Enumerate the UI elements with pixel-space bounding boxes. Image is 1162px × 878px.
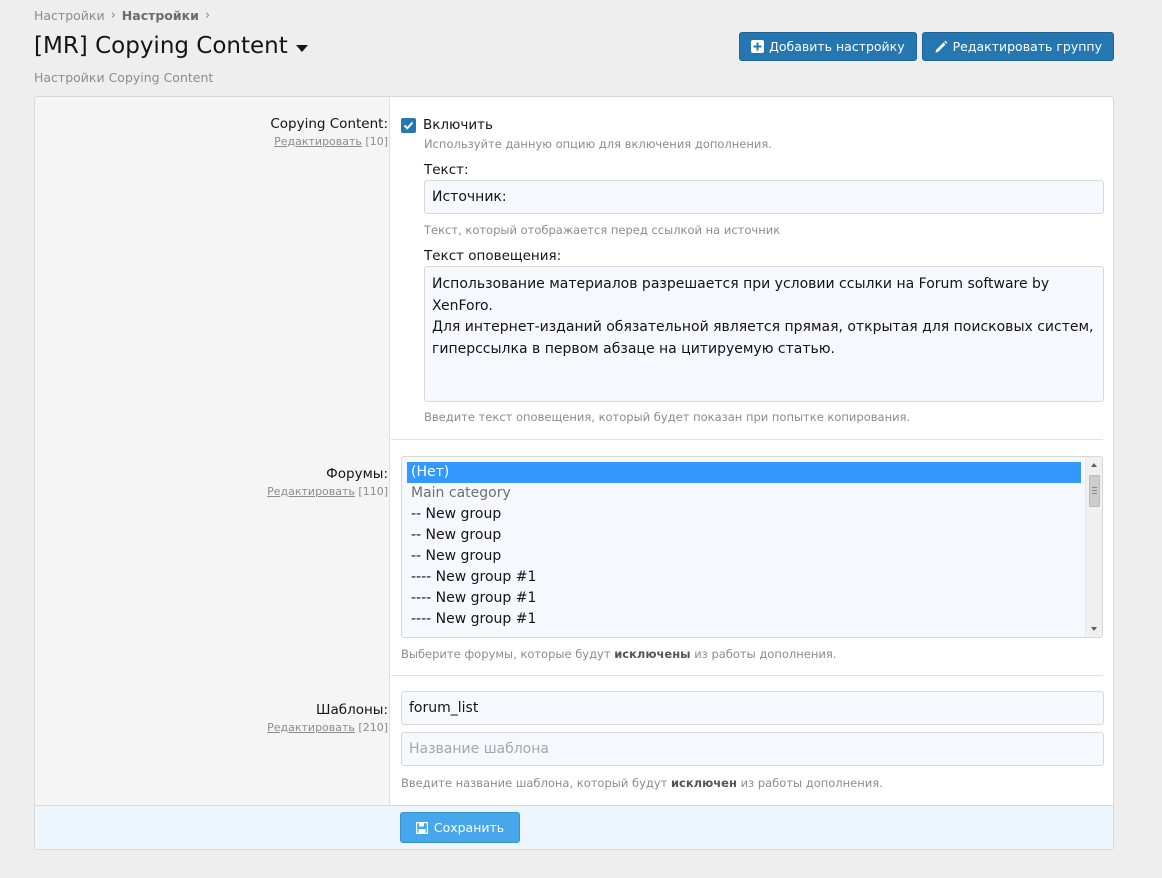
option-label-forums: Форумы: Редактировать [110] — [267, 466, 388, 498]
page-title[interactable]: [MR] Copying Content — [34, 33, 308, 59]
page-description: Настройки Copying Content — [34, 70, 214, 85]
forum-option[interactable]: ---- New group #1 — [402, 588, 1081, 609]
hint-text: из работы дополнения. — [694, 647, 837, 661]
text-input[interactable]: Источник: — [424, 180, 1104, 214]
forum-option[interactable]: (Нет) — [407, 462, 1081, 483]
notice-line: гиперссылка в первом абзаце на цитируему… — [432, 340, 836, 357]
edit-option-link[interactable]: Редактировать — [274, 135, 362, 148]
floppy-disk-icon — [415, 821, 428, 834]
option-title: Copying Content: — [270, 116, 388, 132]
edit-option-link[interactable]: Редактировать — [267, 721, 355, 734]
notice-label: Текст оповещения: — [424, 248, 562, 264]
chevron-right-icon: › — [110, 8, 116, 23]
enable-label[interactable]: Включить — [423, 117, 493, 133]
display-order: [110] — [358, 485, 388, 498]
forum-option[interactable]: -- New group — [402, 546, 1081, 567]
breadcrumb-item[interactable]: Настройки — [122, 8, 199, 23]
save-label: Сохранить — [433, 820, 505, 835]
text-label: Текст: — [424, 162, 469, 178]
text-hint: Текст, который отображается перед ссылко… — [424, 223, 781, 237]
hint-emphasis: исключен — [671, 776, 737, 790]
notice-line: Для интернет-изданий обязательной являет… — [432, 319, 1094, 335]
display-order: [10] — [365, 135, 388, 148]
forum-option[interactable]: Main category — [402, 483, 1081, 504]
add-setting-label: Добавить настройку — [769, 39, 905, 54]
plus-square-icon — [751, 40, 765, 53]
template-input[interactable]: forum_list — [401, 691, 1104, 725]
hint-emphasis: исключены — [614, 647, 691, 661]
notice-hint: Введите текст оповещения, который будет … — [424, 410, 911, 424]
breadcrumb: Настройки › Настройки › — [34, 8, 216, 23]
forum-option[interactable]: -- New group — [402, 525, 1081, 546]
label-column — [35, 97, 390, 807]
option-hint: Редактировать [110] — [267, 485, 388, 498]
display-order: [210] — [358, 721, 388, 734]
hint-text: из работы дополнения. — [740, 776, 883, 790]
forums-hint: Выберите форумы, которые будут исключены… — [401, 647, 836, 661]
forums-fields: (Нет) Main category -- New group -- New … — [391, 440, 1113, 676]
hint-text: Выберите форумы, которые будут — [401, 647, 611, 661]
scroll-down-icon[interactable] — [1091, 627, 1097, 631]
templates-hint: Введите название шаблона, который будут … — [401, 776, 883, 790]
options-block: Copying Content: Редактировать [10] Вклю… — [34, 96, 1114, 850]
option-hint: Редактировать [10] — [270, 135, 388, 148]
page-title-text: [MR] Copying Content — [34, 33, 288, 59]
edit-option-link[interactable]: Редактировать — [267, 485, 355, 498]
scrollbar-thumb[interactable] — [1089, 475, 1100, 507]
option-title: Форумы: — [326, 466, 388, 482]
forum-option[interactable]: ---- New group #1 — [402, 609, 1081, 630]
notice-textarea[interactable]: Использование материалов разрешается при… — [424, 266, 1104, 402]
templates-fields: forum_list Название шаблона Введите назв… — [391, 676, 1113, 807]
scroll-up-icon[interactable] — [1091, 463, 1097, 467]
caret-down-icon[interactable] — [295, 44, 308, 52]
save-button[interactable]: Сохранить — [400, 812, 520, 843]
option-hint: Редактировать [210] — [267, 721, 388, 734]
add-setting-button[interactable]: Добавить настройку — [739, 32, 917, 61]
copying-fields: Включить Используйте данную опцию для вк… — [391, 97, 1113, 440]
hint-text: Введите название шаблона, который будут — [401, 776, 668, 790]
option-label-templates: Шаблоны: Редактировать [210] — [267, 702, 388, 734]
chevron-right-icon: › — [204, 8, 211, 23]
form-footer: Сохранить — [35, 805, 1113, 849]
notice-line: Использование материалов разрешается при… — [432, 276, 1050, 314]
enable-checkbox[interactable]: Включить — [401, 117, 493, 133]
enable-hint: Используйте данную опцию для включения д… — [424, 137, 772, 151]
template-new-input[interactable]: Название шаблона — [401, 732, 1104, 766]
edit-group-label: Редактировать группу — [952, 39, 1102, 54]
scrollbar[interactable] — [1085, 457, 1102, 637]
forum-option[interactable]: ---- New group #1 — [402, 567, 1081, 588]
forums-multiselect[interactable]: (Нет) Main category -- New group -- New … — [401, 456, 1103, 638]
option-label-copying: Copying Content: Редактировать [10] — [270, 116, 388, 148]
breadcrumb-item[interactable]: Настройки — [34, 8, 105, 23]
edit-group-button[interactable]: Редактировать группу — [921, 32, 1114, 61]
pencil-icon — [934, 40, 948, 54]
header-actions: Добавить настройку Редактировать группу — [739, 32, 1114, 61]
option-title: Шаблоны: — [316, 702, 388, 718]
check-icon[interactable] — [401, 117, 416, 133]
forum-option[interactable]: -- New group — [402, 504, 1081, 525]
